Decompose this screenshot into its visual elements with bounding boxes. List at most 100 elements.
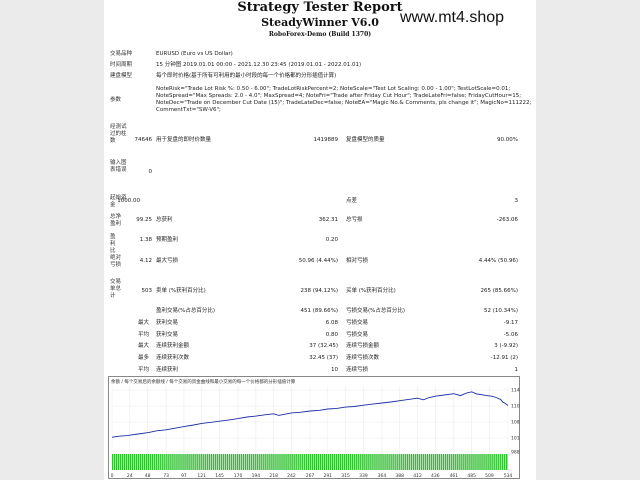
bars-label: 经测试过的柱数 (110, 124, 127, 144)
volume-bar (129, 454, 132, 470)
volume-bar (341, 454, 344, 470)
volume-bar (488, 454, 490, 470)
avg-cons-losses-label: 连续亏损 (346, 367, 369, 373)
params-label: 参数 (110, 97, 122, 103)
params-line-3: NoteDec="Trade on December Cut Date (15)… (156, 100, 532, 106)
short-label: 卖单 (%获利百分比) (156, 288, 206, 294)
volume-bar (222, 454, 225, 470)
volume-bar (430, 454, 433, 470)
volume-bar (418, 454, 421, 470)
volume-bar (216, 454, 219, 470)
ticks-value: 1419889 (313, 137, 339, 143)
volume-bar (191, 454, 193, 470)
x-tick-label: 412 (413, 473, 422, 479)
volume-bar (153, 454, 155, 470)
model-value: 每个即时价格(基于所有可利用的最小时段的每一个价格都的分形插值计算) (156, 73, 337, 79)
volume-bar (187, 454, 189, 470)
payoff-value: 0.20 (325, 237, 338, 243)
volume-bar (325, 454, 328, 470)
volume-bar (357, 454, 359, 470)
volume-bar (458, 454, 460, 470)
volume-bar (211, 454, 213, 470)
volume-bar (359, 454, 361, 470)
volume-bar (383, 454, 385, 470)
volume-bar (327, 454, 330, 470)
volume-bar (264, 454, 266, 470)
volume-bar (319, 454, 322, 470)
volume-bar (409, 454, 411, 470)
cons-wins-label: 连续获利金额 (156, 343, 190, 349)
volume-bar (426, 454, 429, 470)
params-line-4: CommentTxt="SW-V6"; (156, 107, 221, 113)
x-tick-label: 170 (234, 473, 243, 479)
volume-bar (440, 454, 443, 470)
abs-dd-value: 4.12 (139, 258, 152, 264)
volume-bar (282, 454, 284, 470)
x-tick-label: 364 (378, 473, 387, 479)
volume-bar (125, 454, 128, 470)
x-tick-label: 436 (431, 473, 440, 479)
volume-bar (420, 454, 423, 470)
x-tick-label: 509 (485, 473, 494, 479)
volume-bar (197, 454, 199, 470)
cons-loss-value: -12.91 (2) (490, 355, 518, 361)
volume-bar (179, 454, 181, 470)
volume-bar (416, 454, 419, 470)
volume-bar (486, 454, 488, 470)
volume-bar (304, 454, 306, 470)
volume-bar (450, 454, 452, 470)
largest-loss-label: 亏损交易 (346, 320, 369, 326)
volume-bar (306, 454, 308, 470)
volume-bar (278, 454, 280, 470)
volume-bar (165, 454, 167, 470)
mismatch-label: 输入图表错误 (110, 160, 127, 173)
volume-bar (207, 454, 209, 470)
volume-bar (492, 454, 494, 470)
volume-bar (315, 454, 318, 470)
volume-bar (272, 454, 274, 470)
volume-bar (242, 454, 245, 470)
volume-bar (468, 454, 470, 470)
volume-bar (482, 454, 484, 470)
volume-bar (498, 454, 500, 470)
volume-bar (115, 454, 118, 470)
volume-bar (262, 454, 264, 470)
volume-bar (313, 454, 316, 470)
most-prefix: 最多 (138, 355, 150, 361)
symbol-value: EURUSD (Euro vs US Dollar) (156, 51, 233, 57)
volume-bar (177, 454, 179, 470)
volume-bar (353, 454, 355, 470)
model-label: 建盘模型 (110, 73, 133, 79)
volume-bar (470, 454, 472, 470)
volume-bar (218, 454, 221, 470)
volume-bar (422, 454, 425, 470)
volume-bar (147, 454, 150, 470)
volume-bar (167, 454, 169, 470)
avg2-prefix: 平均 (138, 367, 150, 373)
period-label: 时间周期 (110, 62, 133, 68)
volume-bar (143, 454, 146, 470)
volume-bar (438, 454, 441, 470)
volume-bar (284, 454, 286, 470)
volume-bar (500, 454, 502, 470)
volume-bar (428, 454, 431, 470)
volume-bar (199, 454, 201, 470)
pf-label: 盈利比 (110, 234, 116, 254)
abs-dd-label: 绝对亏损 (110, 255, 122, 268)
symbol-label: 交易品种 (110, 51, 133, 57)
quality-value: 90.00% (497, 137, 518, 143)
volume-bar (209, 454, 211, 470)
volume-bar (137, 454, 140, 470)
volume-bar (434, 454, 437, 470)
x-tick-label: 242 (287, 473, 296, 479)
x-tick-label: 388 (395, 473, 404, 479)
largest-win-label: 获利交易 (156, 320, 179, 326)
x-tick-label: 485 (467, 473, 476, 479)
volume-bar (389, 454, 391, 470)
volume-bar (175, 454, 177, 470)
x-tick-label: 145 (215, 473, 224, 479)
x-tick-label: 48 (145, 473, 151, 479)
volume-bar (139, 454, 142, 470)
balance-chart: 余额 / 每个交易后的余额线 / 每个交易的资金曲线和最小交易的每一个价格都的分… (108, 376, 520, 479)
volume-bar (236, 454, 239, 470)
